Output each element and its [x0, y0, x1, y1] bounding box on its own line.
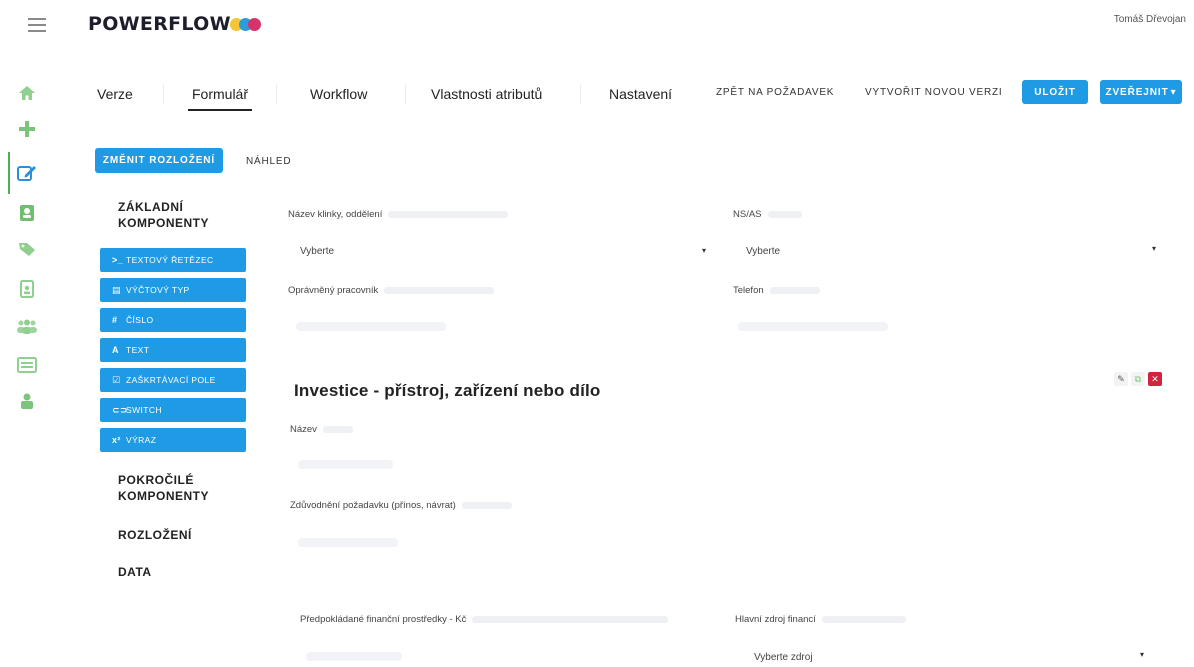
preview-button[interactable]: NÁHLED	[246, 156, 291, 167]
basic-components-heading[interactable]: ZÁKLADNÍ KOMPONENTY	[118, 199, 238, 231]
tab-verze[interactable]: Verze	[97, 86, 133, 102]
component-label: SWITCH	[126, 405, 162, 415]
component-text[interactable]: A TEXT	[100, 338, 246, 362]
field-label-justification: Zdůvodnění požadavku (přínos, návrat)	[290, 500, 512, 511]
user-name[interactable]: Tomáš Dřevojan	[1114, 14, 1186, 25]
save-button[interactable]: ULOŽIT	[1022, 80, 1088, 104]
field-label-name: Název	[290, 424, 353, 435]
component-text-string[interactable]: >_ TEXTOVÝ ŘETĚZEC	[100, 248, 246, 272]
tab-divider	[405, 84, 406, 104]
component-checkbox[interactable]: ☑ ZAŠKRTÁVACÍ POLE	[100, 368, 246, 392]
logo-dots	[229, 17, 261, 31]
chevron-down-icon[interactable]: ▾	[702, 246, 706, 255]
superscript-icon: x²	[112, 435, 121, 445]
blurred-text	[821, 615, 906, 623]
edit-icon[interactable]: ✎	[1114, 372, 1128, 386]
publish-label: ZVEŘEJNIT	[1105, 86, 1169, 98]
tab-formular[interactable]: Formulář	[187, 86, 253, 111]
field-label-funds: Předpokládané finanční prostředky - Kč	[300, 614, 669, 625]
chevron-down-icon: ▾	[1170, 86, 1177, 98]
blurred-text	[767, 210, 802, 218]
change-layout-button[interactable]: ZMĚNIT ROZLOŽENÍ	[95, 148, 223, 173]
field-label-funding-source: Hlavní zdroj financí	[735, 614, 906, 625]
funding-source-select[interactable]: Vyberte zdroj	[754, 652, 813, 663]
blurred-text	[461, 501, 512, 509]
copy-icon[interactable]: ⧉	[1131, 372, 1145, 386]
blurred-input-value[interactable]	[298, 538, 398, 547]
component-expression[interactable]: x² VÝRAZ	[100, 428, 246, 452]
section-title: Investice - přístroj, zařízení nebo dílo	[294, 381, 601, 400]
tab-vlastnosti-atributu[interactable]: Vlastnosti atributů	[431, 86, 542, 102]
component-label: TEXT	[126, 345, 150, 355]
back-to-request-button[interactable]: ZPĚT NA POŽADAVEK	[716, 87, 834, 98]
list-icon: ▤	[112, 284, 121, 295]
create-new-version-button[interactable]: VYTVOŘIT NOVOU VERZI	[865, 87, 1003, 98]
blurred-input-value[interactable]	[298, 460, 393, 469]
toggle-icon: ⊂⊃	[112, 404, 128, 415]
tab-nastaveni[interactable]: Nastavení	[609, 86, 672, 102]
blurred-text	[322, 425, 353, 433]
layout-heading[interactable]: ROZLOŽENÍ	[118, 527, 192, 543]
checkbox-icon: ☑	[112, 374, 121, 385]
blurred-text	[388, 210, 509, 218]
section-actions: ✎ ⧉ ✕	[1114, 372, 1162, 386]
tab-workflow[interactable]: Workflow	[310, 86, 367, 102]
component-label: ZAŠKRTÁVACÍ POLE	[126, 375, 216, 385]
component-label: VÝČTOVÝ TYP	[126, 285, 190, 295]
home-icon[interactable]	[10, 78, 44, 108]
plus-icon[interactable]	[10, 114, 44, 144]
chevron-down-icon[interactable]: ▾	[1152, 244, 1156, 253]
ns-as-select[interactable]: Vyberte	[746, 246, 780, 257]
department-select[interactable]: Vyberte	[300, 246, 334, 257]
data-heading[interactable]: DATA	[118, 564, 152, 580]
tab-divider	[580, 84, 581, 104]
font-icon: A	[112, 345, 119, 355]
logo-dot-pink	[247, 17, 261, 31]
field-label-authorized-worker: Oprávněný pracovník	[288, 285, 495, 296]
field-label-department: Název klinky, oddělení	[288, 209, 509, 220]
component-number[interactable]: # ČÍSLO	[100, 308, 246, 332]
component-label: ČÍSLO	[126, 315, 154, 325]
component-label: VÝRAZ	[126, 435, 157, 445]
advanced-components-heading[interactable]: POKROČILÉ KOMPONENTY	[118, 472, 238, 504]
person-icon[interactable]	[10, 386, 44, 416]
blurred-text	[769, 286, 820, 294]
terminal-icon: >_	[112, 255, 124, 265]
blurred-input-value[interactable]	[738, 322, 888, 331]
field-label-phone: Telefon	[733, 285, 820, 296]
contact-icon[interactable]	[10, 198, 44, 228]
blurred-text	[384, 286, 495, 294]
tag-icon[interactable]	[10, 234, 44, 264]
tab-divider	[163, 84, 164, 104]
edit-icon[interactable]	[8, 152, 44, 194]
badge-icon[interactable]	[10, 274, 44, 304]
blurred-input-value[interactable]	[296, 322, 446, 331]
logo-text: POWERFLOW	[88, 13, 231, 35]
chevron-down-icon[interactable]: ▾	[1140, 650, 1144, 659]
users-icon[interactable]	[10, 312, 44, 342]
blurred-text	[472, 615, 669, 623]
menu-toggle-icon[interactable]	[28, 18, 46, 32]
hash-icon: #	[112, 315, 118, 325]
app-logo[interactable]: POWERFLOW	[88, 13, 261, 35]
delete-icon[interactable]: ✕	[1148, 372, 1162, 386]
tab-divider	[276, 84, 277, 104]
component-label: TEXTOVÝ ŘETĚZEC	[126, 255, 214, 265]
component-switch[interactable]: ⊂⊃ SWITCH	[100, 398, 246, 422]
publish-button[interactable]: ZVEŘEJNIT ▾	[1100, 80, 1182, 104]
component-enum[interactable]: ▤ VÝČTOVÝ TYP	[100, 278, 246, 302]
blurred-input-value[interactable]	[306, 652, 402, 661]
list-icon[interactable]	[10, 350, 44, 380]
field-label-ns-as: NS/AS	[733, 209, 802, 220]
